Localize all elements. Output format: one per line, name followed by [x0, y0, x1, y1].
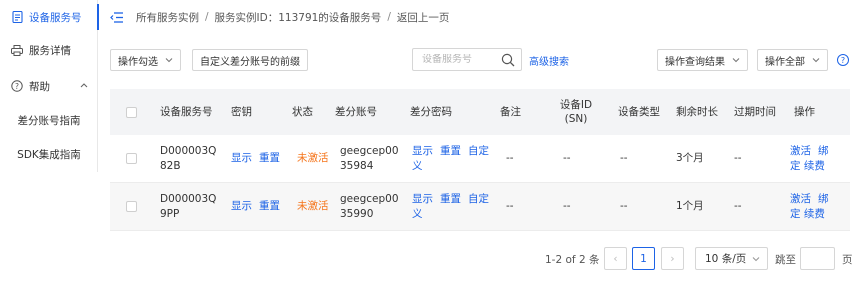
key-show-link[interactable]: 显示 [231, 151, 252, 166]
sidebar-item-service-details[interactable]: 服务详情 [0, 37, 98, 63]
activate-link[interactable]: 激活 [790, 145, 811, 157]
search-input[interactable] [422, 54, 506, 65]
page-size-label: 10 条/页 [705, 253, 747, 265]
column-header: 差分账号 [335, 106, 377, 118]
chevron-down-icon [732, 56, 740, 65]
key-reset-link[interactable]: 重置 [259, 199, 280, 214]
status-badge: 未激活 [297, 200, 329, 212]
custom-prefix-label: 自定义差分账号的前缀 [200, 56, 300, 68]
breadcrumb: 所有服务实例 / 服务实例ID：113791的设备服务号 / 返回上一页 [110, 8, 449, 26]
search-icon[interactable] [501, 53, 515, 67]
renew-link[interactable]: 续费 [804, 208, 825, 220]
remaining-time: 1个月 [676, 200, 704, 212]
chevron-down-icon [752, 253, 760, 265]
chevron-left-icon: ‹ [613, 252, 618, 265]
column-header: 密钥 [231, 106, 252, 118]
device-sn: -- [563, 152, 571, 164]
goto-page-input[interactable] [800, 247, 835, 270]
device-number: D000003Q82B [160, 144, 217, 172]
page-size-select[interactable]: 10 条/页 [695, 247, 768, 270]
custom-prefix-button[interactable]: 自定义差分账号的前缀 [192, 49, 308, 71]
chevron-right-icon: › [670, 252, 675, 265]
operate-all-label: 操作全部 [765, 56, 805, 68]
pwd-reset-link[interactable]: 重置 [440, 193, 461, 205]
breadcrumb-separator: / [205, 11, 209, 23]
row-checkbox[interactable] [126, 153, 137, 164]
column-header: 设备ID(SN) [559, 99, 593, 125]
advanced-search-link[interactable]: 高级搜索 [529, 53, 569, 68]
activate-link[interactable]: 激活 [790, 193, 811, 205]
operate-selected-label: 操作勾选 [118, 56, 158, 68]
help-icon[interactable]: ? [837, 54, 849, 66]
remark: -- [506, 152, 514, 164]
column-header: 剩余时长 [676, 106, 718, 118]
key-show-link[interactable]: 显示 [231, 199, 252, 214]
sidebar-sub-label: 差分账号指南 [17, 114, 81, 127]
sidebar-item-label: 服务详情 [29, 44, 71, 57]
breadcrumb-back[interactable]: 返回上一页 [397, 10, 450, 25]
chevron-up-icon [80, 81, 88, 91]
column-header: 设备类型 [618, 106, 660, 118]
next-page-button[interactable]: › [661, 247, 684, 270]
document-icon [11, 11, 23, 23]
sidebar-sub-label: SDK集成指南 [17, 148, 81, 161]
column-header: 备注 [500, 106, 521, 118]
pwd-show-link[interactable]: 显示 [412, 145, 433, 157]
chevron-down-icon [812, 56, 820, 65]
renew-link[interactable]: 续费 [804, 160, 825, 172]
operate-results-dropdown[interactable]: 操作查询结果 [657, 49, 748, 71]
remaining-time: 3个月 [676, 152, 704, 164]
column-header: 状态 [292, 106, 313, 118]
prev-page-button[interactable]: ‹ [604, 247, 627, 270]
breadcrumb-separator: / [387, 11, 391, 23]
page-number: 1 [640, 252, 647, 265]
sidebar-item-label: 设备服务号 [29, 11, 82, 24]
table-row: D000003Q9PP 显示 重置 未激活 geegcep0035990 显示重… [110, 183, 850, 231]
device-type: -- [620, 200, 628, 212]
menu-fold-icon[interactable] [110, 11, 124, 23]
sidebar-item-device-service[interactable]: 设备服务号 [0, 4, 99, 30]
select-all-checkbox[interactable] [126, 106, 137, 118]
svg-text:?: ? [15, 82, 19, 91]
device-sn: -- [563, 200, 571, 212]
expire-time: -- [734, 200, 742, 212]
pagination-total: 1-2 of 2 条 [545, 254, 600, 266]
page-suffix: 页 [842, 254, 853, 266]
printer-icon [11, 44, 23, 56]
pwd-reset-link[interactable]: 重置 [440, 145, 461, 157]
column-header: 差分密码 [410, 106, 452, 118]
operate-all-dropdown[interactable]: 操作全部 [757, 49, 828, 71]
operate-selected-dropdown[interactable]: 操作勾选 [110, 49, 181, 71]
remark: -- [506, 200, 514, 212]
pwd-show-link[interactable]: 显示 [412, 193, 433, 205]
breadcrumb-current-instance: 服务实例ID：113791的设备服务号 [214, 11, 382, 24]
device-type: -- [620, 152, 628, 164]
question-circle-icon: ? [11, 80, 23, 92]
diff-account: geegcep0035984 [340, 144, 399, 172]
row-checkbox[interactable] [126, 201, 137, 212]
table-header: 设备服务号 密钥 状态 差分账号 差分密码 备注 设备ID(SN) 设备类型 剩… [110, 89, 850, 135]
key-reset-link[interactable]: 重置 [259, 151, 280, 166]
expire-time: -- [734, 152, 742, 164]
sidebar-item-help[interactable]: ? 帮助 [0, 73, 98, 99]
sidebar-item-sdk-guide[interactable]: SDK集成指南 [0, 141, 98, 167]
sidebar: 设备服务号 服务详情 ? 帮助 差分账号指南 SDK集成指南 [0, 0, 99, 172]
search-box [412, 48, 522, 71]
diff-account: geegcep0035990 [340, 192, 399, 220]
operate-results-label: 操作查询结果 [665, 56, 725, 68]
page-button-current[interactable]: 1 [632, 247, 655, 270]
sidebar-item-label: 帮助 [29, 80, 50, 93]
sidebar-item-diff-account-guide[interactable]: 差分账号指南 [0, 107, 98, 133]
status-badge: 未激活 [297, 152, 329, 164]
chevron-down-icon [165, 56, 173, 65]
column-header: 设备服务号 [160, 106, 213, 118]
column-header: 操作 [794, 106, 815, 118]
breadcrumb-all-instances[interactable]: 所有服务实例 [136, 10, 199, 25]
device-number: D000003Q9PP [160, 192, 217, 220]
column-header: 过期时间 [734, 106, 776, 118]
goto-label: 跳至 [775, 254, 796, 266]
table-row: D000003Q82B 显示 重置 未激活 geegcep0035984 显示重… [110, 135, 850, 183]
